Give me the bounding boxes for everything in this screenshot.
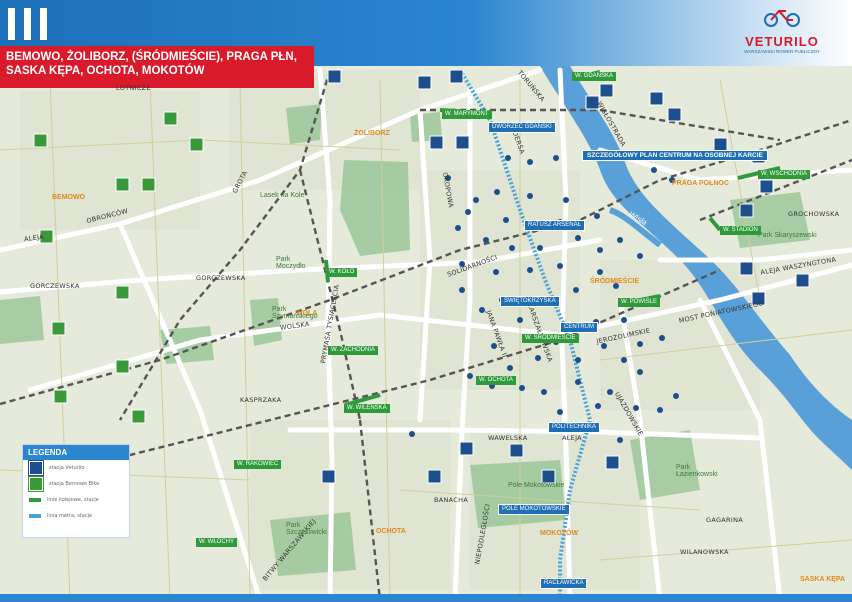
station-politechnika: POLITECHNIKA xyxy=(548,422,601,433)
section-numeral xyxy=(8,8,47,40)
station-marymont: W. MARYMONT xyxy=(442,110,492,119)
station-srodmiescie: W. ŚRÓDMIEŚCIE xyxy=(522,334,579,343)
street-label-grochowska: GROCHOWSKA xyxy=(788,210,840,218)
district-srodmiescie: ŚRÓDMIEŚCIE xyxy=(590,278,640,285)
bike-logo-icon xyxy=(764,9,800,27)
station-ochota: W. OCHOTA xyxy=(476,376,516,385)
station-ratusz: RATUSZ ARSENAŁ xyxy=(524,220,585,231)
legend-label: stacja Veturilo xyxy=(49,465,85,471)
street-label-lotnicze: LOTNICZE xyxy=(116,84,151,92)
district-ochota: OCHOTA xyxy=(376,528,406,535)
park-pole-mokotowskie: Pole Mokotowskie xyxy=(508,482,565,489)
title-banner: BEMOWO, ŻOLIBORZ, (ŚRÓDMIEŚCIE), PRAGA P… xyxy=(0,46,314,88)
station-rakowiec: W. RAKOWIEC xyxy=(234,460,282,469)
map-page: VETURILO WARSZAWSKI ROWER PUBLICZNY BEMO… xyxy=(0,0,852,602)
station-gdanska: W. GDAŃSKA xyxy=(572,72,617,81)
legend-row-rail: linie kolejowe, stacje xyxy=(23,492,129,508)
park-moczydlo: Park Moczydło xyxy=(276,256,306,270)
station-powisle: W. POWIŚLE xyxy=(618,298,661,307)
station-stadion: W. STADION xyxy=(720,226,761,235)
title-line-1: BEMOWO, ŻOLIBORZ, (ŚRÓDMIEŚCIE), PRAGA P… xyxy=(6,51,297,63)
veturilo-station-icon xyxy=(29,461,43,475)
station-wlochy: W. WŁOCHY xyxy=(196,538,238,547)
park-szczesliwicki: Park Szczęśliwicki xyxy=(286,522,327,536)
street-label-wawelska: WAWELSKA xyxy=(488,434,528,442)
park-szymanskiego: Park Szymańskiego xyxy=(272,306,318,320)
logo-subtitle: WARSZAWSKI ROWER PUBLICZNY xyxy=(744,49,820,54)
park-skaryszewski: Park Skaryszewski xyxy=(758,232,817,239)
central-plan-note: SZCZEGÓŁOWY PLAN CENTRUM NA OSOBNEJ KARC… xyxy=(582,150,768,161)
district-zoliborz: ŻOLIBORZ xyxy=(354,130,390,137)
street-label-goleszewska-2: GORCZEWSKA xyxy=(30,282,80,290)
street-label-goleszewska: GORCZEWSKA xyxy=(196,274,246,282)
station-pole-mokotowskie: POLE MOKOTOWSKIE xyxy=(498,504,570,515)
legend-label: stacja Bemowo Bike xyxy=(49,481,100,487)
metro-line-icon xyxy=(29,514,41,518)
station-swietokrzyska: ŚWIĘTOKRZYSKA xyxy=(500,296,560,307)
district-saska: SASKA KĘPA xyxy=(800,576,846,583)
station-zachodnia: W. ZACHODNIA xyxy=(328,346,379,355)
bemowo-bike-icon xyxy=(29,477,43,491)
street-label-kasprzaka: KASPRZAKA xyxy=(240,396,282,404)
station-kolo: W. KOŁO xyxy=(326,268,358,277)
legend-label: linie kolejowe, stacje xyxy=(47,497,99,503)
veturilo-logo: VETURILO WARSZAWSKI ROWER PUBLICZNY xyxy=(720,6,844,64)
rail-line-icon xyxy=(29,498,41,502)
park-lazienkowski: Park Łazienkowski xyxy=(676,464,718,478)
street-label-gagarina: GAGARINA xyxy=(706,516,743,524)
map-legend: LEGENDA stacja Veturilo stacja Bemowo Bi… xyxy=(22,444,130,538)
footer-bar xyxy=(0,594,852,602)
legend-row-metro: linia metra, stacje xyxy=(23,508,129,524)
legend-row-veturilo: stacja Veturilo xyxy=(23,460,129,476)
street-label-wilanowska: WILANOWSKA xyxy=(680,548,729,556)
station-raclawicka: RACŁAWICKA xyxy=(540,578,588,589)
park-lasek: Lasek na Kole xyxy=(260,192,305,199)
station-wilenska: W. WILEŃSKA xyxy=(344,404,390,413)
station-dworzec-gdanski: DWORZEC GDAŃSKI xyxy=(488,122,556,133)
legend-title: LEGENDA xyxy=(23,445,129,460)
district-praga: PRAGA POŁNOC xyxy=(672,180,729,187)
station-wschodnia: W. WSCHODNIA xyxy=(758,170,810,179)
station-centrum: CENTRUM xyxy=(560,322,598,333)
district-mokotow: MOKOTÓW xyxy=(540,530,579,537)
legend-row-bemowo: stacja Bemowo Bike xyxy=(23,476,129,492)
street-label-aleja-center: ALEJA xyxy=(562,434,582,442)
district-bemowo: BEMOWO xyxy=(52,194,86,201)
title-line-2: SASKA KĘPA, OCHOTA, MOKOTÓW xyxy=(6,65,205,77)
logo-name: VETURILO xyxy=(745,34,819,49)
legend-label: linia metra, stacje xyxy=(47,513,93,519)
street-label-banacha: BANACHA xyxy=(434,496,469,504)
